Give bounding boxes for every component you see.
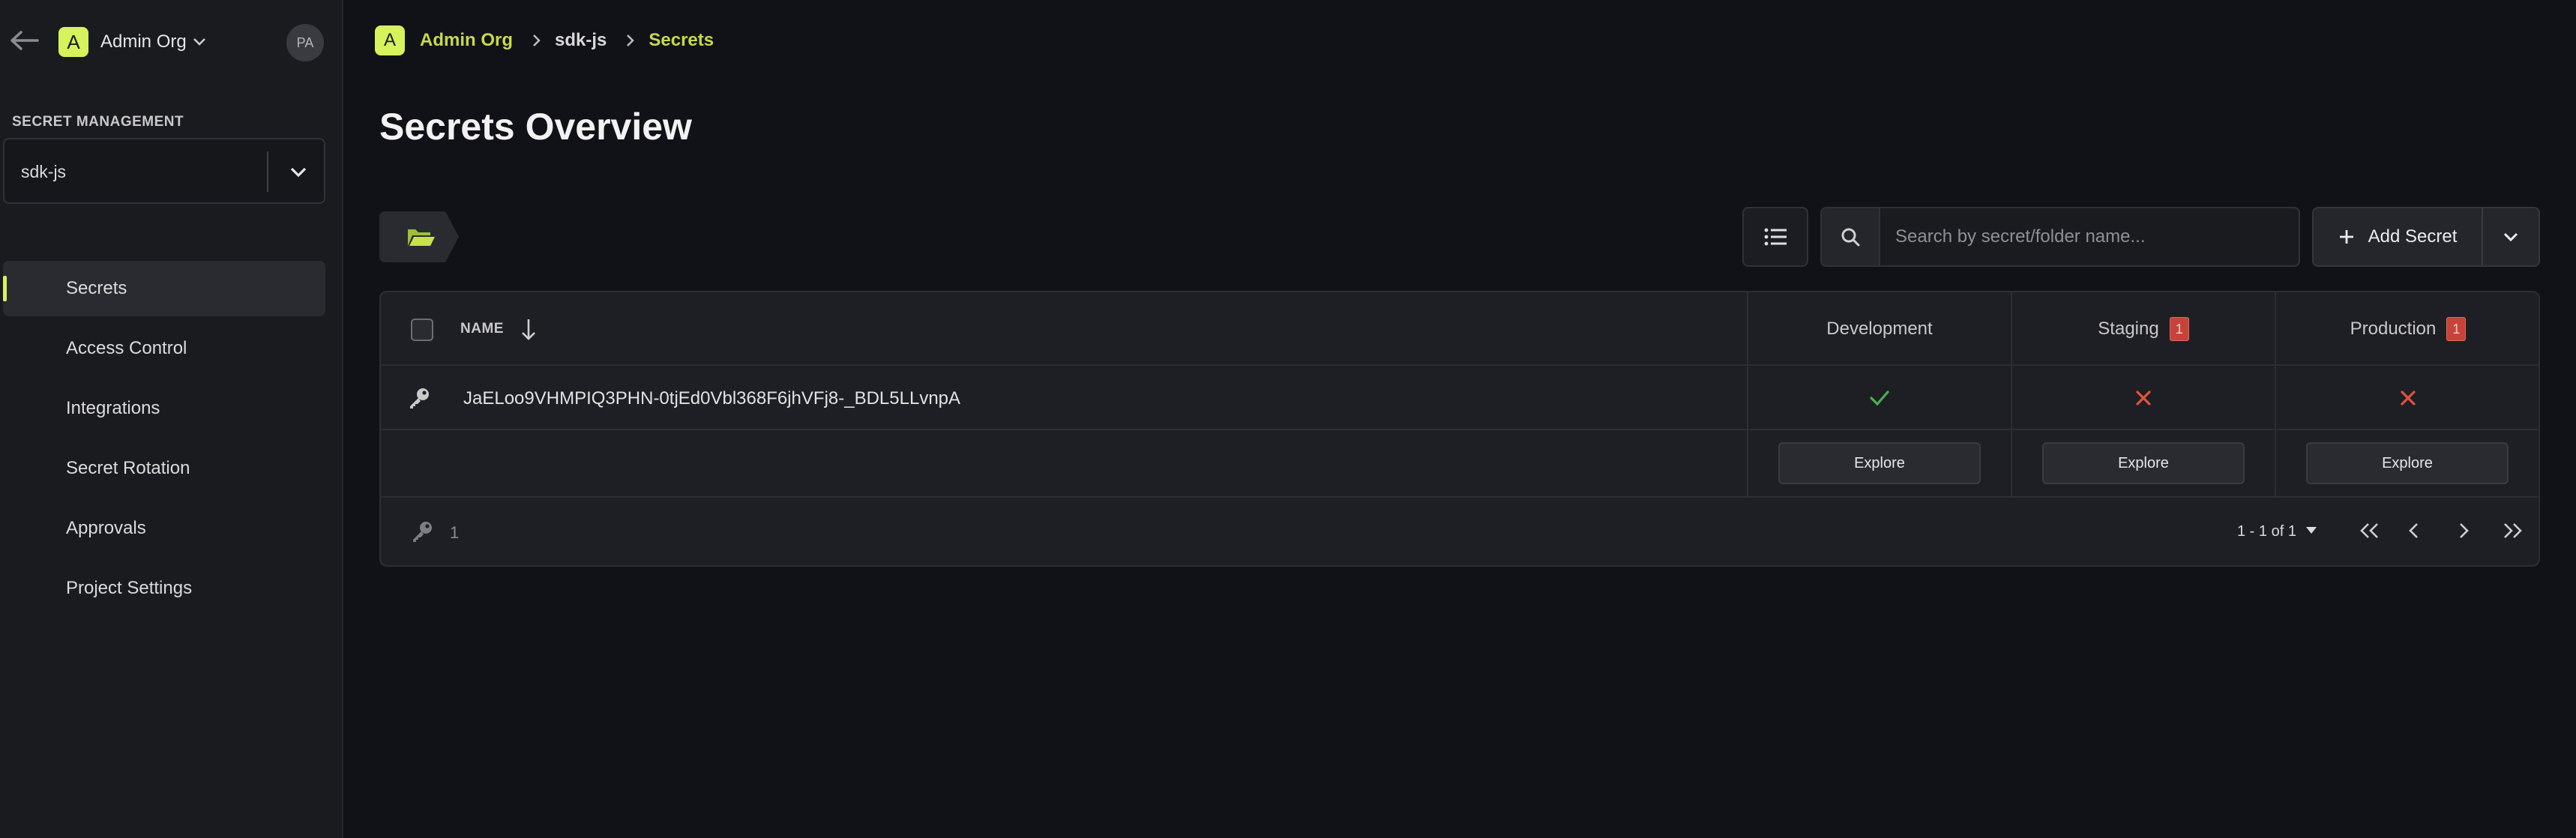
folder-breadcrumb[interactable] — [379, 211, 460, 262]
sidebar-item-access-control[interactable]: Access Control — [3, 321, 325, 376]
next-page-icon[interactable] — [2447, 514, 2480, 547]
env-name: Production — [2350, 319, 2437, 339]
list-view-button[interactable] — [1742, 207, 1808, 267]
page-title: Secrets Overview — [379, 106, 692, 148]
explore-staging-button[interactable]: Explore — [2042, 442, 2245, 484]
missing-count-badge: 1 — [2169, 317, 2189, 341]
last-page-icon[interactable] — [2497, 514, 2530, 547]
x-mark-icon — [2136, 391, 2151, 406]
breadcrumb-org[interactable]: Admin Org — [420, 30, 513, 51]
add-secret-label: Add Secret — [2368, 226, 2458, 247]
chevron-down-icon — [2503, 232, 2518, 242]
user-avatar[interactable]: PA — [286, 24, 324, 61]
status-production[interactable] — [2276, 366, 2540, 430]
sidebar-item-integrations[interactable]: Integrations — [3, 381, 325, 436]
name-column-header[interactable]: NAME — [460, 321, 504, 337]
table-header-row: NAME Development Staging 1 Production 1 — [381, 292, 2539, 366]
per-page-dropdown-icon[interactable] — [2305, 523, 2318, 540]
chevron-down-icon — [193, 37, 206, 46]
env-header-development: Development — [1748, 292, 2011, 366]
search-box — [1820, 207, 2300, 267]
status-staging[interactable] — [2012, 366, 2275, 430]
sidebar-item-approvals[interactable]: Approvals — [3, 501, 325, 556]
env-header-staging: Staging 1 — [2012, 292, 2275, 366]
secrets-table: NAME Development Staging 1 Production 1 … — [379, 291, 2540, 567]
secret-count: 1 — [450, 523, 460, 542]
org-switcher[interactable]: A Admin Org — [58, 27, 206, 57]
project-select[interactable]: sdk-js — [3, 138, 325, 204]
list-icon — [1764, 228, 1787, 246]
add-secret-button[interactable]: Add Secret — [2314, 208, 2482, 265]
sidebar-item-secrets[interactable]: Secrets — [3, 261, 325, 316]
section-title: SECRET MANAGEMENT — [12, 114, 184, 130]
sidebar-item-project-settings[interactable]: Project Settings — [3, 561, 325, 616]
sidebar-nav: Secrets Access Control Integrations Secr… — [3, 261, 325, 621]
select-divider — [267, 151, 268, 192]
org-badge: A — [375, 25, 405, 55]
table-footer: 1 1 - 1 of 1 — [381, 498, 2539, 567]
add-secret-dropdown-button[interactable] — [2483, 208, 2539, 265]
first-page-icon[interactable] — [2353, 514, 2386, 547]
secret-name[interactable]: JaELoo9VHMPIQ3PHN-0tjEd0Vbl368F6jhVFj8-_… — [463, 388, 960, 409]
breadcrumb-project[interactable]: sdk-js — [555, 30, 607, 51]
project-select-value: sdk-js — [21, 162, 67, 181]
chevron-right-icon — [626, 34, 635, 47]
explore-production-button[interactable]: Explore — [2306, 442, 2509, 484]
breadcrumb-current: Secrets — [648, 30, 714, 50]
status-development[interactable] — [1748, 366, 2011, 430]
chevron-down-icon[interactable] — [283, 157, 313, 187]
env-name: Development — [1826, 319, 1933, 339]
pagination-range: 1 - 1 of 1 — [2237, 523, 2296, 540]
back-arrow-icon[interactable] — [6, 25, 42, 55]
org-badge: A — [58, 27, 88, 57]
explore-row: Explore Explore Explore — [381, 430, 2539, 498]
select-all-checkbox[interactable] — [411, 319, 433, 341]
missing-count-badge: 1 — [2446, 317, 2467, 341]
env-header-production: Production 1 — [2276, 292, 2540, 366]
key-icon — [408, 387, 430, 413]
add-secret-group: Add Secret — [2312, 207, 2540, 267]
x-mark-icon — [2401, 391, 2416, 406]
checkmark-icon — [1870, 391, 1889, 406]
sidebar: A Admin Org PA SECRET MANAGEMENT sdk-js … — [0, 0, 343, 838]
search-input[interactable] — [1880, 208, 2299, 265]
chevron-right-icon — [532, 34, 541, 47]
org-name: Admin Org — [100, 31, 187, 52]
table-row[interactable]: JaELoo9VHMPIQ3PHN-0tjEd0Vbl368F6jhVFj8-_… — [381, 366, 2539, 430]
sidebar-item-secret-rotation[interactable]: Secret Rotation — [3, 441, 325, 496]
explore-development-button[interactable]: Explore — [1778, 442, 1981, 484]
sort-arrow-down-icon[interactable] — [520, 316, 537, 346]
key-icon — [411, 520, 433, 546]
env-name: Staging — [2098, 319, 2159, 339]
previous-page-icon[interactable] — [2398, 514, 2431, 547]
search-icon — [1822, 208, 1880, 265]
plus-icon — [2339, 230, 2353, 244]
breadcrumb: A Admin Org sdk-js Secrets — [375, 25, 714, 55]
